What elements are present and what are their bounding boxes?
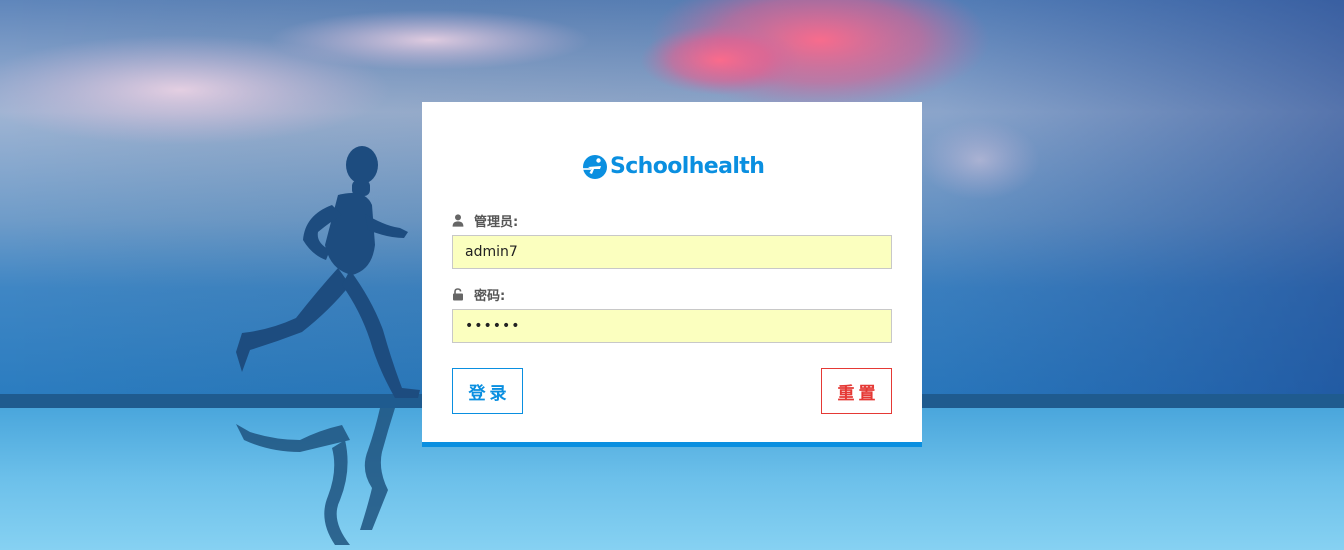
username-label-text: 管理员: xyxy=(474,214,519,230)
password-label-text: 密码: xyxy=(474,288,506,304)
brand-logo-text: Schoolhealth xyxy=(610,154,765,179)
brand-logo: Schoolhealth xyxy=(582,152,765,182)
reset-button[interactable]: 重置 xyxy=(821,368,892,414)
password-input[interactable] xyxy=(452,309,892,343)
login-button[interactable]: 登录 xyxy=(452,368,523,414)
password-label: 密码: xyxy=(452,285,506,304)
unlock-icon xyxy=(453,287,463,300)
running-person-circle-icon xyxy=(583,155,607,179)
username-label: 管理员: xyxy=(452,211,519,230)
username-input[interactable] xyxy=(452,235,892,269)
user-icon xyxy=(452,213,464,227)
login-card: Schoolhealth 管理员: 密码: 登录 重置 xyxy=(422,102,922,447)
